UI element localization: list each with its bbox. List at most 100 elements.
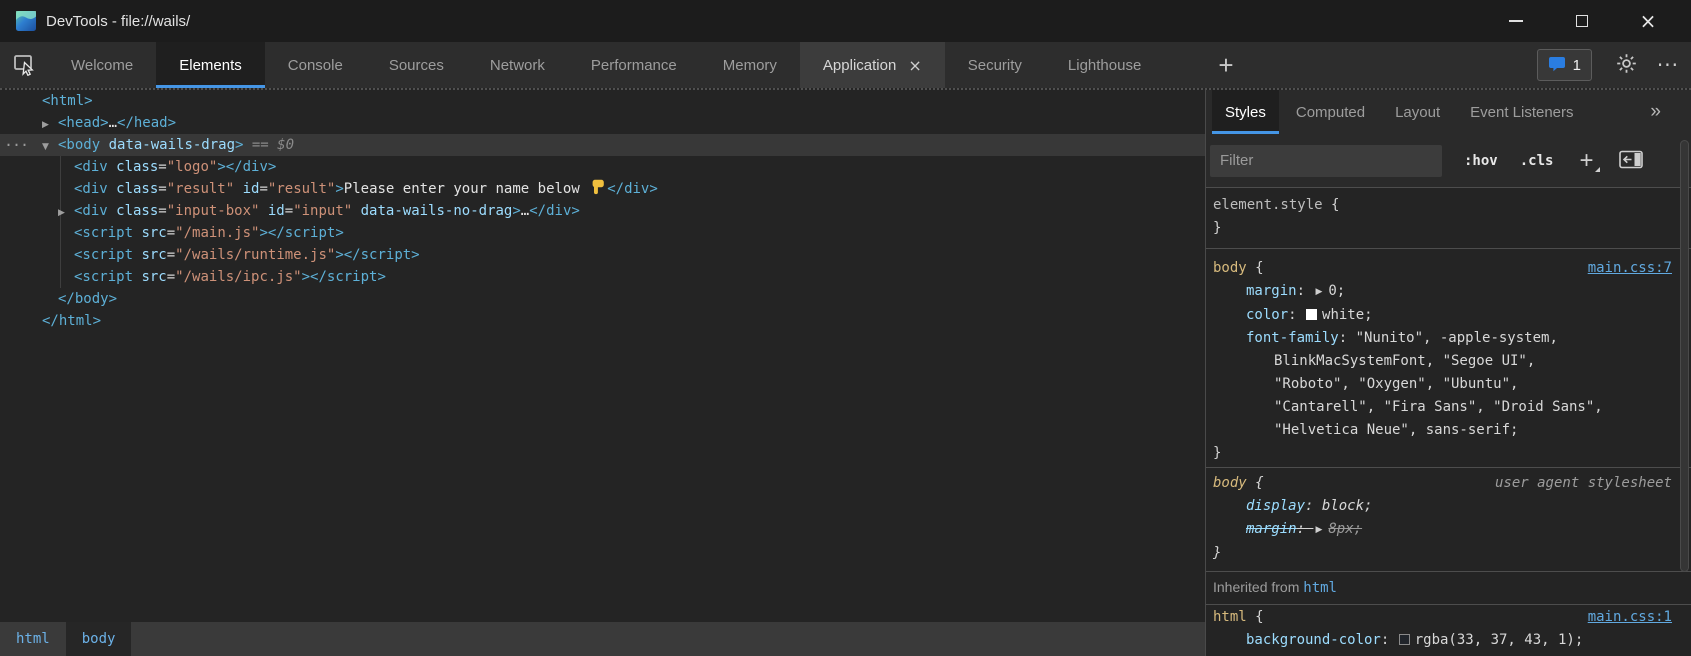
code-token: </div> — [529, 203, 580, 219]
dom-tree: <html>▶<head>…</head>···▼<body data-wail… — [0, 90, 1205, 332]
sidebar-tab-styles[interactable]: Styles — [1212, 90, 1279, 134]
dom-tree-row[interactable]: <script src="/wails/runtime.js"></script… — [0, 244, 1205, 266]
style-line[interactable]: background-color: rgba(33, 37, 43, 1); — [1213, 629, 1672, 652]
dom-tree-row[interactable]: </body> — [0, 288, 1205, 310]
row-actions-icon[interactable]: ··· — [4, 134, 28, 156]
color-swatch[interactable] — [1399, 634, 1410, 645]
dom-tree-row[interactable]: <html> — [0, 90, 1205, 112]
code-token: </html> — [42, 313, 101, 329]
breadcrumb-item-body[interactable]: body — [66, 622, 132, 656]
settings-button[interactable] — [1616, 53, 1637, 77]
new-style-rule-button[interactable]: + — [1579, 147, 1593, 175]
toggle-pseudo-state-button[interactable]: :hov — [1464, 153, 1498, 169]
style-line[interactable]: element.style { — [1213, 194, 1672, 217]
style-line[interactable]: html {main.css:1 — [1213, 606, 1672, 629]
code-token: Inherited from — [1213, 579, 1303, 595]
code-token: = — [259, 181, 267, 197]
style-line[interactable]: } — [1213, 217, 1672, 240]
dom-tree-row[interactable]: ▶<head>…</head> — [0, 112, 1205, 134]
code-token: "Nunito", -apple-system, — [1356, 330, 1558, 346]
code-token: font-family — [1246, 330, 1339, 346]
tab-label: Lighthouse — [1068, 57, 1141, 74]
code-token: <div — [74, 181, 108, 197]
stylesheet-source-link[interactable]: main.css:7 — [1588, 257, 1672, 280]
breadcrumb-item-html[interactable]: html — [0, 622, 66, 656]
indent-spacer — [26, 148, 42, 149]
tab-network[interactable]: Network — [467, 42, 568, 88]
sidebar-more-tabs-button[interactable]: » — [1650, 90, 1661, 134]
style-line[interactable]: } — [1213, 442, 1672, 465]
close-tab-icon[interactable]: × — [908, 56, 921, 75]
sidebar-tab-event-listeners[interactable]: Event Listeners — [1457, 90, 1586, 134]
dom-tree-row[interactable]: <script src="/main.js"></script> — [0, 222, 1205, 244]
code-token: > — [335, 181, 343, 197]
code-token: data-wails-no-drag — [352, 203, 512, 219]
inspect-element-button[interactable] — [0, 42, 48, 88]
pointing-down-emoji-icon — [590, 179, 605, 202]
style-line[interactable]: Inherited from html — [1213, 576, 1672, 600]
tab-application[interactable]: Application× — [800, 42, 945, 88]
dom-tree-row[interactable]: <div class="logo"></div> — [0, 156, 1205, 178]
style-line[interactable]: body {user agent stylesheet — [1213, 472, 1672, 495]
style-line[interactable]: text-align: center; — [1213, 652, 1672, 656]
code-token: <script — [74, 269, 133, 285]
code-token: src — [133, 247, 167, 263]
dom-tree-row[interactable]: <div class="result" id="result">Please e… — [0, 178, 1205, 200]
sidebar-tab-computed[interactable]: Computed — [1283, 90, 1378, 134]
minimize-icon — [1509, 20, 1523, 22]
tab-performance[interactable]: Performance — [568, 42, 700, 88]
minimize-button[interactable] — [1493, 0, 1539, 42]
color-swatch[interactable] — [1306, 309, 1317, 320]
style-line[interactable]: "Roboto", "Oxygen", "Ubuntu", — [1213, 373, 1672, 396]
code-token: "input" — [293, 203, 352, 219]
code-token: html — [1303, 580, 1337, 596]
dom-tree-row[interactable]: ▶<div class="input-box" id="input" data-… — [0, 200, 1205, 222]
tab-console[interactable]: Console — [265, 42, 366, 88]
style-line[interactable]: body {main.css:7 — [1213, 257, 1672, 280]
style-line[interactable]: display: block; — [1213, 495, 1672, 518]
tab-memory[interactable]: Memory — [700, 42, 800, 88]
style-line[interactable]: "Helvetica Neue", sans-serif; — [1213, 419, 1672, 442]
dom-tree-row[interactable]: ···▼<body data-wails-drag> == $0 — [0, 134, 1205, 156]
code-token: : — [1297, 521, 1314, 537]
tab-security[interactable]: Security — [945, 42, 1045, 88]
code-token: <div — [74, 159, 108, 175]
styles-scrollbar[interactable] — [1680, 140, 1689, 572]
style-line[interactable]: BlinkMacSystemFont, "Segoe UI", — [1213, 350, 1672, 373]
code-token: "result" — [167, 181, 234, 197]
close-button[interactable]: × — [1625, 0, 1671, 42]
tab-lighthouse[interactable]: Lighthouse — [1045, 42, 1164, 88]
stylesheet-source-link[interactable]: main.css:1 — [1588, 606, 1672, 629]
dom-tree-row[interactable]: <script src="/wails/ipc.js"></script> — [0, 266, 1205, 288]
toggle-element-classes-button[interactable]: .cls — [1520, 153, 1554, 169]
style-line[interactable]: margin: ▶0; — [1213, 280, 1672, 304]
code-token: > — [512, 203, 520, 219]
style-line[interactable]: color: white; — [1213, 304, 1672, 327]
tab-label: Console — [288, 57, 343, 74]
window-title: DevTools - file://wails/ — [46, 13, 190, 30]
more-tabs-button[interactable]: + — [1206, 42, 1245, 88]
more-options-button[interactable]: ··· — [1657, 53, 1679, 77]
code-token: element.style — [1213, 197, 1323, 213]
expand-node-icon[interactable]: ▶ — [42, 114, 58, 136]
style-line[interactable]: "Cantarell", "Fira Sans", "Droid Sans", — [1213, 396, 1672, 419]
styles-rules: element.style {}body {main.css:7margin: … — [1206, 188, 1691, 656]
code-token: "input-box" — [167, 203, 260, 219]
toggle-computed-sidebar-button[interactable] — [1619, 150, 1644, 172]
devtools-window: DevTools - file://wails/ × WelcomeElemen… — [0, 0, 1691, 656]
tab-sources[interactable]: Sources — [366, 42, 467, 88]
sidebar-tab-layout[interactable]: Layout — [1382, 90, 1453, 134]
tab-elements[interactable]: Elements — [156, 42, 265, 88]
style-line[interactable]: font-family: "Nunito", -apple-system, — [1213, 327, 1672, 350]
maximize-button[interactable] — [1559, 0, 1605, 42]
feedback-badge-button[interactable]: 1 — [1537, 49, 1592, 81]
dom-tree-row[interactable]: </html> — [0, 310, 1205, 332]
code-token: class — [108, 203, 159, 219]
code-token: "/wails/runtime.js" — [175, 247, 335, 263]
style-line[interactable]: margin: ▶8px; — [1213, 518, 1672, 542]
expand-node-icon[interactable]: ▶ — [58, 202, 74, 224]
styles-filter-input[interactable] — [1210, 145, 1442, 177]
tab-welcome[interactable]: Welcome — [48, 42, 156, 88]
style-line[interactable]: } — [1213, 542, 1672, 565]
collapse-node-icon[interactable]: ▼ — [42, 136, 58, 158]
